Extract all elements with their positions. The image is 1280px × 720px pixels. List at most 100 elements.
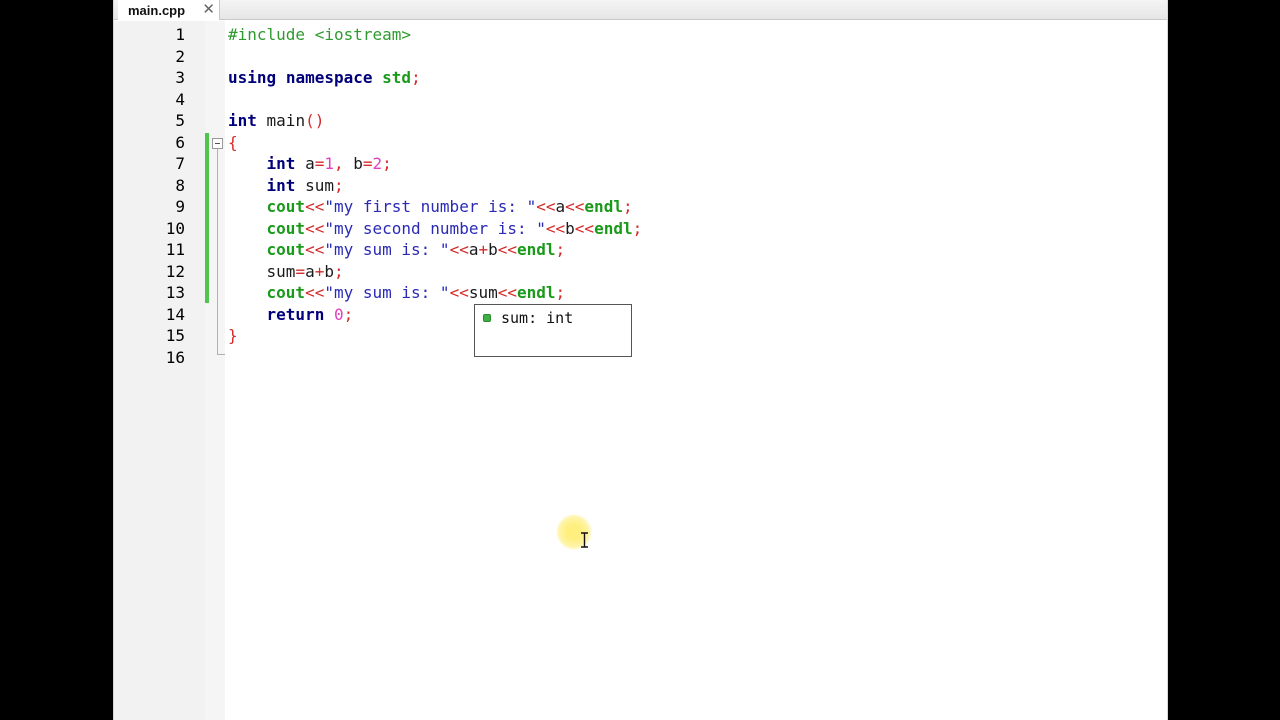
operator: = — [314, 154, 325, 173]
operator: << — [449, 240, 469, 259]
identifier: a — [555, 197, 566, 216]
string-literal: "my sum is: " — [324, 240, 450, 259]
line-number: 9 — [175, 197, 185, 216]
code-text: int main() — [228, 110, 324, 132]
operator: + — [478, 240, 489, 259]
code-text: cout<<"my sum is: "<<a+b<<endl; — [228, 239, 566, 261]
string-literal: "my first number is: " — [324, 197, 537, 216]
code-text: cout<<"my second number is: "<<b<<endl; — [228, 218, 643, 240]
code-text: int a=1, b=2; — [228, 153, 392, 175]
operator: () — [305, 111, 325, 130]
code-editor[interactable]: 1 #include <iostream> 2 3 using namespac… — [114, 21, 1167, 720]
identifier-cout: cout — [266, 218, 306, 238]
identifier: sum — [295, 175, 334, 195]
namespace-name: std — [382, 68, 412, 87]
operator: << — [536, 197, 556, 216]
keyword: int — [266, 175, 296, 195]
close-icon[interactable]: ✕ — [202, 1, 215, 18]
code-line-10: 10 cout<<"my second number is: "<<b<<end… — [114, 218, 1167, 240]
line-number: 2 — [175, 46, 185, 66]
identifier: main — [256, 111, 306, 130]
tab-title: main.cpp — [128, 2, 186, 18]
code-line-4: 4 — [114, 89, 1167, 111]
line-number: 14 — [165, 304, 185, 324]
code-text: return 0; — [228, 304, 354, 326]
identifier: b — [324, 261, 334, 281]
brace: } — [228, 326, 238, 345]
operator: << — [565, 197, 585, 216]
code-text: } — [228, 325, 238, 347]
autocomplete-item-label: sum: int — [501, 309, 574, 327]
identifier-endl: endl — [517, 240, 556, 259]
code-line-16: 16 — [114, 347, 1167, 369]
identifier-cout: cout — [266, 240, 306, 259]
line-number: 11 — [165, 240, 185, 259]
tab-bar: main.cpp ✕ — [114, 0, 1167, 20]
code-text: using namespace std; — [228, 67, 421, 89]
line-number: 16 — [165, 347, 185, 367]
identifier-cout: cout — [266, 197, 306, 216]
code-text: cout<<"my first number is: "<<a<<endl; — [228, 196, 633, 218]
operator: ; — [343, 304, 354, 324]
operator: << — [574, 218, 595, 238]
autocomplete-popup: sum: int — [474, 304, 632, 357]
code-text: #include <iostream> — [228, 24, 411, 46]
operator: ; — [333, 175, 344, 195]
identifier: b — [488, 240, 498, 259]
identifier: sum — [468, 283, 498, 302]
operator: ; — [382, 154, 392, 173]
keyword: int — [228, 111, 257, 130]
code-line-13: 13 cout<<"my sum is: "<<sum<<endl; — [114, 282, 1167, 304]
code-lines: 1 #include <iostream> 2 3 using namespac… — [114, 24, 1167, 368]
identifier-endl: endl — [584, 197, 623, 216]
operator: = — [362, 154, 373, 173]
brace: { — [228, 132, 238, 152]
line-number: 3 — [175, 68, 185, 87]
identifier: a — [305, 261, 315, 281]
number-literal: 2 — [372, 154, 383, 173]
code-line-9: 9 cout<<"my first number is: "<<a<<endl; — [114, 196, 1167, 218]
keyword: int — [266, 154, 296, 173]
operator: ; — [555, 240, 566, 259]
operator: << — [497, 240, 518, 259]
identifier-endl: endl — [517, 283, 556, 302]
number-literal: 1 — [324, 154, 334, 173]
autocomplete-item[interactable]: sum: int — [483, 309, 573, 327]
operator: = — [295, 261, 306, 281]
identifier-endl: endl — [594, 218, 633, 238]
number-literal: 0 — [333, 304, 344, 324]
line-number: 15 — [165, 326, 185, 345]
preprocessor-directive: #include <iostream> — [228, 25, 412, 44]
code-line-1: 1 #include <iostream> — [114, 24, 1167, 46]
identifier: sum — [266, 261, 296, 281]
tab-main-cpp[interactable]: main.cpp ✕ — [118, 0, 220, 20]
operator: << — [305, 197, 325, 216]
line-number: 10 — [165, 218, 185, 238]
variable-icon — [483, 314, 491, 322]
keyword: namespace — [285, 68, 373, 87]
code-line-12: 12 sum=a+b; — [114, 261, 1167, 283]
code-line-11: 11 cout<<"my sum is: "<<a+b<<endl; — [114, 239, 1167, 261]
string-literal: "my second number is: " — [324, 218, 546, 238]
code-text: cout<<"my sum is: "<<sum<<endl; — [228, 282, 566, 304]
keyword: using — [228, 68, 277, 87]
code-line-3: 3 using namespace std; — [114, 67, 1167, 89]
line-number: 7 — [175, 154, 185, 173]
identifier: b — [343, 154, 363, 173]
operator: ; — [334, 261, 344, 281]
identifier-cout: cout — [266, 283, 306, 302]
line-number: 5 — [175, 111, 185, 130]
operator: ; — [632, 218, 643, 238]
identifier: b — [565, 218, 575, 238]
